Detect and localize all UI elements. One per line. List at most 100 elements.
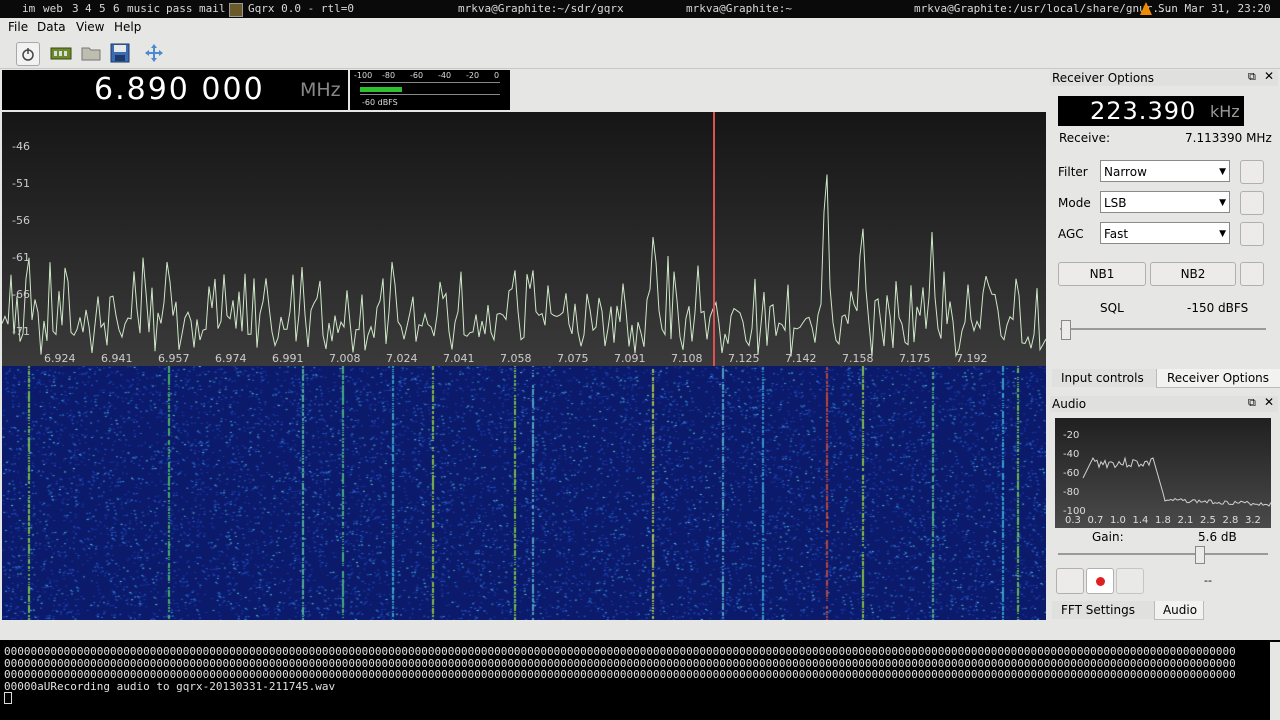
terminal-line: 00000aURecording audio to gqrx-20130331-… xyxy=(4,680,336,692)
mode-select[interactable]: LSB ▼ xyxy=(1100,191,1230,213)
filter-options-button[interactable] xyxy=(1240,160,1264,184)
tab-input-controls[interactable]: Input controls xyxy=(1052,369,1161,387)
right-dock: Receiver Options ⧉ ✕ 223.390 kHz Receive… xyxy=(1050,69,1280,622)
terminal-scrollbar[interactable] xyxy=(1270,642,1280,720)
terminal-line: 0000000000000000000000000000000000000000… xyxy=(4,646,1236,658)
menu-file[interactable]: File xyxy=(8,20,28,34)
audio-x-tick: 2.1 xyxy=(1177,515,1194,526)
spectrum-x-tick: 6.957 xyxy=(158,352,190,365)
spectrum-x-tick: 6.924 xyxy=(44,352,76,365)
terminal[interactable]: 0000000000000000000000000000000000000000… xyxy=(0,642,1280,720)
spectrum-x-tick: 6.941 xyxy=(101,352,133,365)
agc-label: AGC xyxy=(1058,227,1084,241)
receive-label: Receive: xyxy=(1059,131,1111,145)
window-terminal-home[interactable]: mrkva@Graphite:~ xyxy=(680,0,798,18)
filter-value: Narrow xyxy=(1104,165,1147,179)
close-icon[interactable]: ✕ xyxy=(1264,69,1274,83)
spectrum-plot[interactable]: -46 -51 -56 -61 -66 -71 6.924 6.941 6.957 6.974 6.… xyxy=(2,112,1046,366)
menu-help[interactable]: Help xyxy=(114,20,141,34)
meter-baseline xyxy=(360,94,500,95)
record-button[interactable] xyxy=(1086,568,1114,594)
agc-value: Fast xyxy=(1104,227,1129,241)
clock: Sun Mar 31, 23:20 xyxy=(1158,2,1271,15)
audio-fft-trace xyxy=(1082,456,1271,507)
nb-options-button[interactable] xyxy=(1240,262,1264,286)
chevron-down-icon: ▼ xyxy=(1219,229,1226,239)
waterfall-plot[interactable] xyxy=(2,366,1046,620)
tab-fft-settings[interactable]: FFT Settings xyxy=(1052,601,1161,619)
filter-select[interactable]: Narrow ▼ xyxy=(1100,160,1230,182)
tuning-marker[interactable] xyxy=(713,112,715,366)
float-icon[interactable]: ⧉ xyxy=(1248,396,1256,410)
window-terminal-gqrx[interactable]: mrkva@Graphite:~/sdr/gqrx xyxy=(452,0,630,18)
workspace-im[interactable]: im xyxy=(22,2,35,15)
tab-audio[interactable]: Audio xyxy=(1154,601,1204,620)
workspace-pass[interactable]: pass xyxy=(166,2,193,15)
workspace-mail[interactable]: mail xyxy=(199,2,226,15)
terminal-line: 0000000000000000000000000000000000000000… xyxy=(4,669,1236,681)
agc-select[interactable]: Fast ▼ xyxy=(1100,222,1230,244)
audio-options-button[interactable] xyxy=(1056,568,1084,594)
spectrum-x-tick: 6.991 xyxy=(272,352,304,365)
workspace-4[interactable]: 4 xyxy=(85,2,92,15)
frequency-display[interactable]: 6.890 000 MHz xyxy=(2,70,348,110)
gain-slider-track xyxy=(1058,553,1268,555)
menu-view[interactable]: View xyxy=(76,20,104,34)
recording-status: -- xyxy=(1204,574,1212,587)
spectrum-x-tick: 7.192 xyxy=(956,352,988,365)
meter-tick: -80 xyxy=(382,71,396,80)
open-folder-icon[interactable] xyxy=(80,42,102,64)
gain-value: 5.6 dB xyxy=(1198,530,1237,544)
spectrum-x-tick: 7.108 xyxy=(671,352,703,365)
audio-x-tick: 0.3 xyxy=(1065,515,1081,526)
spectrum-y-tick: -51 xyxy=(12,177,30,190)
mode-label: Mode xyxy=(1058,196,1091,210)
close-icon[interactable]: ✕ xyxy=(1264,395,1274,409)
workspace-6[interactable]: 6 xyxy=(113,2,120,15)
workspace-web[interactable]: web xyxy=(43,2,63,15)
float-icon[interactable]: ⧉ xyxy=(1248,70,1256,84)
audio-x-tick: 1.8 xyxy=(1155,515,1171,526)
workspace-5[interactable]: 5 xyxy=(99,2,106,15)
spectrum-y-tick: -56 xyxy=(12,214,30,227)
spectrum-y-tick: -71 xyxy=(12,325,30,338)
spectrum-x-tick: 7.024 xyxy=(386,352,418,365)
audio-x-tick: 2.5 xyxy=(1200,515,1216,526)
gain-slider[interactable] xyxy=(1195,546,1206,564)
menubar: File Data View Help xyxy=(0,18,1280,38)
nb2-button[interactable]: NB2 xyxy=(1150,262,1236,286)
nb1-button[interactable]: NB1 xyxy=(1058,262,1146,286)
receiver-dock-title: Receiver Options ⧉ ✕ xyxy=(1050,69,1278,86)
frequency-value[interactable]: 6.890 000 xyxy=(94,72,265,107)
audio-y-tick: -60 xyxy=(1063,468,1080,479)
hardware-icon[interactable] xyxy=(50,42,72,64)
workspace-music[interactable]: music xyxy=(127,2,160,15)
meter-tick: 0 xyxy=(494,71,500,80)
workspace-3[interactable]: 3 xyxy=(72,2,79,15)
spectrum-y-tick: -61 xyxy=(12,251,30,264)
move-icon[interactable] xyxy=(143,42,165,64)
audio-y-tick: -20 xyxy=(1063,430,1080,441)
spectrum-y-tick: -46 xyxy=(12,140,30,153)
mode-options-button[interactable] xyxy=(1240,191,1264,215)
tab-receiver-options[interactable]: Receiver Options xyxy=(1156,369,1280,388)
receive-value: 7.113390 MHz xyxy=(1185,131,1272,145)
save-icon[interactable] xyxy=(109,42,131,64)
menu-data[interactable]: Data xyxy=(37,20,66,34)
vlc-icon[interactable] xyxy=(1140,2,1152,15)
mode-value: LSB xyxy=(1104,196,1127,210)
spectrum-x-tick: 7.142 xyxy=(785,352,817,365)
audio-y-tick: -80 xyxy=(1063,487,1080,498)
agc-options-button[interactable] xyxy=(1240,222,1264,246)
sql-slider[interactable] xyxy=(1061,320,1071,340)
offset-display[interactable]: 223.390 kHz xyxy=(1058,96,1244,126)
meter-tick: -40 xyxy=(438,71,452,80)
window-terminal-gnuradio[interactable]: mrkva@Graphite:/usr/local/share/gnur... xyxy=(908,0,1178,18)
sql-slider-track xyxy=(1060,328,1266,330)
window-gqrx[interactable]: Gqrx 0.0 - rtl=0 xyxy=(242,0,360,18)
play-button[interactable] xyxy=(1116,568,1144,594)
offset-value[interactable]: 223.390 xyxy=(1090,97,1196,125)
power-icon[interactable] xyxy=(16,42,40,66)
meter-tick: -60 xyxy=(410,71,424,80)
meter-tick: -100 xyxy=(354,71,373,80)
